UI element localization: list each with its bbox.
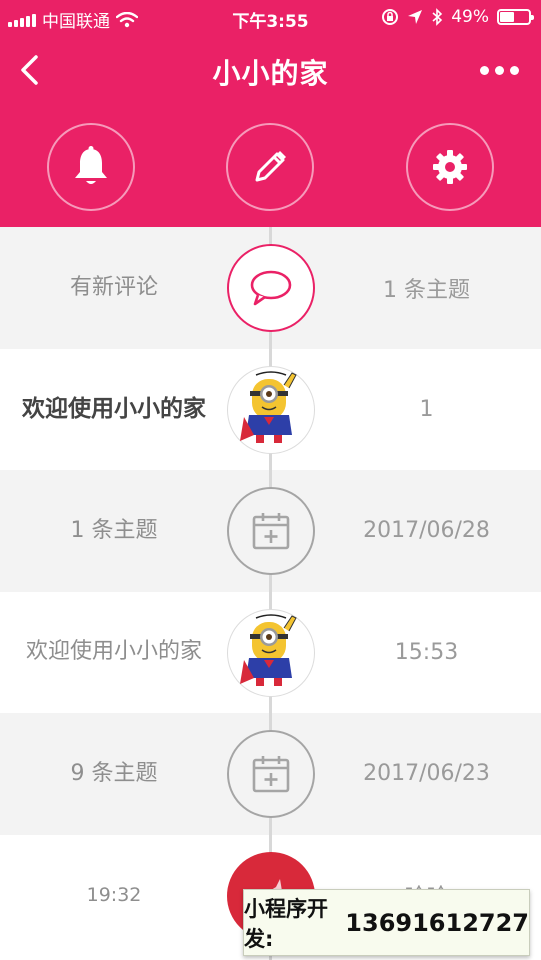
minion-avatar[interactable]: [227, 365, 315, 454]
pencil-icon: [255, 151, 286, 182]
orientation-lock-icon: [382, 9, 399, 25]
row-right-text: 1 条主题: [383, 277, 470, 303]
timeline-row-post[interactable]: 欢迎使用小小的家 15:53: [0, 591, 541, 713]
row-left-text: 欢迎使用小小的家: [22, 396, 206, 423]
status-right: 49%: [381, 7, 534, 27]
gear-icon: [433, 150, 467, 184]
bluetooth-icon: [432, 8, 443, 26]
row-right-text: 1: [419, 396, 434, 422]
row-left-text: 1 条主题: [70, 517, 158, 543]
notifications-button[interactable]: [47, 123, 135, 211]
more-dots-icon[interactable]: [480, 66, 519, 75]
timeline-row-date[interactable]: 1 条主题 2017/06/28: [0, 470, 541, 592]
calendar-add-icon[interactable]: [227, 487, 315, 575]
row-right-text: 15:53: [394, 639, 459, 665]
row-left-text: 9 条主题: [70, 760, 158, 786]
watermark-label: 小程序开发:: [244, 896, 328, 951]
row-left-text: 19:32: [86, 884, 142, 907]
page-title: 小小的家: [212, 57, 329, 90]
row-left-text: 欢迎使用小小的家: [25, 639, 202, 665]
settings-button[interactable]: [406, 123, 494, 211]
bell-icon: [75, 146, 107, 184]
timeline: 有新评论 1 条主题 欢迎使用小小的家 1 1 条主题 2017/06/28 欢…: [0, 227, 541, 960]
watermark: 小程序开发: 13691612727: [243, 889, 530, 956]
watermark-phone: 13691612727: [345, 908, 529, 937]
timeline-line: [269, 227, 272, 960]
header: 小小的家: [0, 36, 541, 227]
row-right-text: 2017/06/28: [363, 518, 490, 544]
battery-percent: 49%: [451, 7, 489, 27]
minion-avatar[interactable]: [227, 608, 315, 697]
row-right-text: 2017/06/23: [363, 761, 490, 787]
timeline-row-post[interactable]: 欢迎使用小小的家 1: [0, 348, 541, 470]
battery-fill: [500, 12, 514, 22]
row-left-text: 有新评论: [69, 274, 158, 300]
timeline-row-new-comment[interactable]: 有新评论 1 条主题: [0, 227, 541, 349]
status-bar: 中国联通 下午3:55 49%: [0, 0, 541, 36]
comment-icon[interactable]: [227, 244, 315, 332]
location-icon: [408, 10, 423, 24]
timeline-row-date[interactable]: 9 条主题 2017/06/23: [0, 713, 541, 835]
battery-icon: [497, 9, 534, 25]
calendar-add-icon[interactable]: [227, 730, 315, 818]
edit-button[interactable]: [226, 123, 314, 211]
